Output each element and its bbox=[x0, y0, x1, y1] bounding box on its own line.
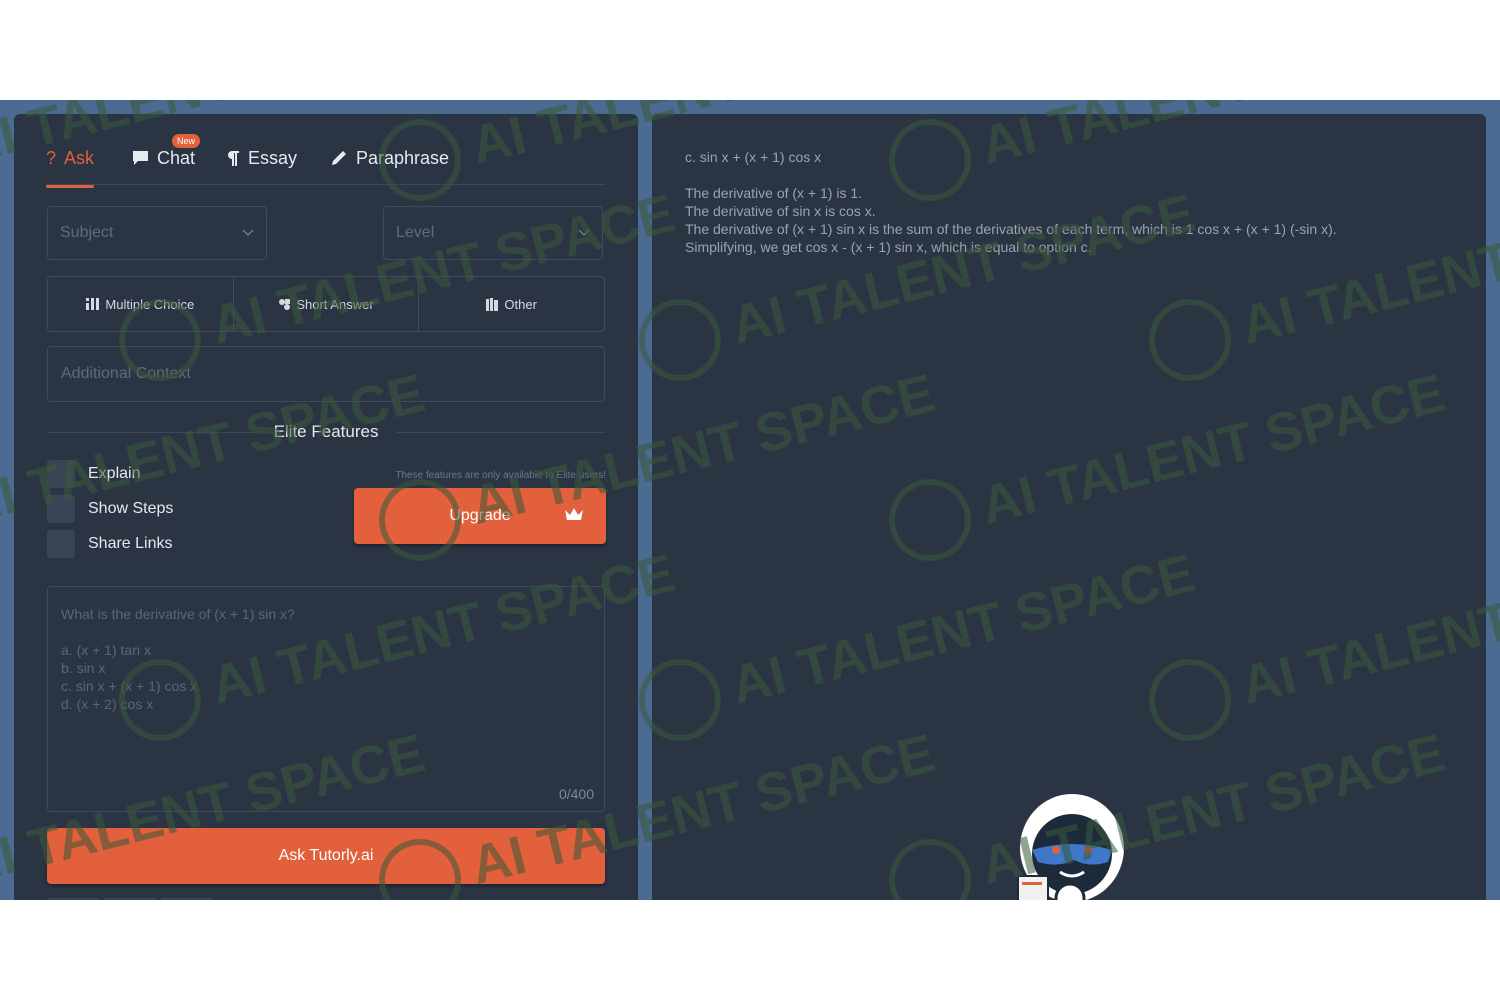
tab-essay[interactable]: Essay bbox=[226, 140, 297, 176]
upgrade-label: Upgrade bbox=[449, 507, 511, 524]
qtype-label: Multiple Choice bbox=[105, 296, 195, 312]
tab-ask[interactable]: ? Ask bbox=[46, 140, 95, 188]
tab-label: Essay bbox=[248, 147, 298, 168]
footer-item[interactable] bbox=[47, 898, 99, 900]
tab-label: Ask bbox=[64, 147, 95, 168]
question-option: c. sin x + (x + 1) cos x bbox=[61, 678, 198, 694]
elite-note: These features are only available to Eli… bbox=[395, 470, 606, 481]
elite-features-header: Elite Features bbox=[47, 420, 606, 444]
robot-mascot-icon bbox=[1017, 794, 1124, 900]
elite-title: Elite Features bbox=[273, 422, 379, 441]
question-option: a. (x + 1) tan x bbox=[61, 642, 151, 658]
checkbox-box[interactable] bbox=[47, 530, 75, 558]
new-badge: New bbox=[172, 134, 201, 148]
question-title: What is the derivative of (x + 1) sin x? bbox=[61, 606, 295, 622]
context-placeholder: Additional Context bbox=[61, 365, 191, 382]
answer-line: The derivative of sin x is cos x. bbox=[685, 203, 876, 219]
question-option: d. (x + 2) cos x bbox=[61, 696, 154, 712]
divider bbox=[47, 431, 256, 433]
ask-button[interactable]: Ask Tutorly.ai bbox=[47, 828, 605, 884]
qtype-multiple-choice[interactable]: Multiple Choice bbox=[48, 277, 234, 331]
share-links-checkbox[interactable]: Share Links bbox=[47, 530, 173, 558]
show-steps-checkbox[interactable]: Show Steps bbox=[47, 495, 173, 523]
tab-paraphrase[interactable]: Paraphrase bbox=[330, 140, 449, 176]
level-placeholder: Level bbox=[396, 224, 435, 241]
footer-item[interactable] bbox=[161, 898, 213, 900]
answer-text: c. sin x + (x + 1) cos x The derivative … bbox=[685, 148, 1465, 256]
answer-line: The derivative of (x + 1) is 1. bbox=[685, 185, 863, 201]
character-counter: 0/400 bbox=[558, 786, 594, 802]
ask-button-label: Ask Tutorly.ai bbox=[278, 847, 374, 864]
pencil-icon bbox=[332, 151, 346, 165]
additional-context-input[interactable]: Additional Context bbox=[47, 346, 605, 402]
question-type-selector: Multiple Choice Short Answer Other bbox=[47, 276, 605, 332]
tab-label: Chat bbox=[157, 147, 196, 168]
checkbox-label: Share Links bbox=[88, 535, 173, 552]
level-select[interactable]: Level bbox=[383, 206, 603, 260]
ask-panel: ? Ask Chat New Essay Paraphrase Subject … bbox=[14, 114, 638, 900]
footer-item[interactable] bbox=[104, 898, 156, 900]
upgrade-button[interactable]: Upgrade bbox=[354, 488, 606, 544]
answer-heading: c. sin x + (x + 1) cos x bbox=[685, 149, 822, 165]
checkbox-label: Show Steps bbox=[88, 500, 174, 517]
divider bbox=[396, 431, 606, 433]
question-icon: ? bbox=[46, 147, 57, 168]
puzzle-icon bbox=[279, 298, 291, 310]
list-icon bbox=[86, 298, 100, 310]
explain-checkbox[interactable]: Explain bbox=[47, 460, 140, 488]
chevron-down-icon bbox=[242, 229, 254, 237]
qtype-label: Other bbox=[504, 296, 537, 312]
tab-label: Paraphrase bbox=[356, 147, 450, 168]
answer-line: Simplifying, we get cos x - (x + 1) sin … bbox=[685, 239, 1092, 255]
mode-tabs: ? Ask Chat New Essay Paraphrase bbox=[46, 132, 606, 188]
books-icon bbox=[486, 297, 499, 311]
answer-panel: c. sin x + (x + 1) cos x The derivative … bbox=[652, 114, 1486, 900]
pilcrow-icon bbox=[228, 150, 239, 166]
checkbox-box[interactable] bbox=[47, 495, 75, 523]
subject-select[interactable]: Subject bbox=[47, 206, 267, 260]
crown-icon bbox=[565, 508, 583, 520]
tab-chat[interactable]: Chat New bbox=[132, 134, 201, 176]
chevron-down-icon bbox=[578, 229, 590, 237]
answer-line: The derivative of (x + 1) sin x is the s… bbox=[685, 221, 1337, 237]
app-window: ? Ask Chat New Essay Paraphrase Subject … bbox=[0, 100, 1500, 900]
checkbox-label: Explain bbox=[88, 465, 141, 482]
qtype-label: Short Answer bbox=[296, 296, 374, 312]
qtype-other[interactable]: Other bbox=[419, 277, 604, 331]
checkbox-box[interactable] bbox=[47, 460, 75, 488]
chat-icon bbox=[133, 151, 148, 165]
question-input[interactable]: What is the derivative of (x + 1) sin x?… bbox=[47, 586, 605, 812]
question-option: b. sin x bbox=[61, 660, 106, 676]
subject-placeholder: Subject bbox=[60, 224, 114, 241]
qtype-short-answer[interactable]: Short Answer bbox=[234, 277, 420, 331]
